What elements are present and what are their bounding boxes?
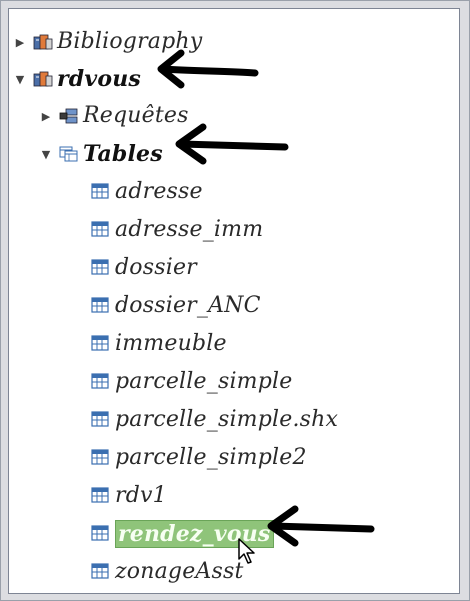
- table-item-parcelle-simple[interactable]: parcelle_simple: [83, 367, 292, 397]
- tree-node-tables[interactable]: ▼ Tables: [41, 139, 163, 169]
- tables-folder-icon: [59, 145, 78, 163]
- tree-node-label: rdvous: [57, 66, 142, 92]
- table-icon: [91, 449, 109, 467]
- collapse-arrow-icon[interactable]: ▼: [15, 74, 25, 85]
- table-item-adresse-imm[interactable]: adresse_imm: [83, 215, 263, 245]
- table-icon: [91, 259, 109, 277]
- expand-arrow-icon[interactable]: ▶: [41, 111, 51, 122]
- table-item-immeuble[interactable]: immeuble: [83, 329, 227, 359]
- tree-node-label: immeuble: [115, 331, 227, 356]
- tree-node-label: rdv1: [115, 483, 167, 508]
- annotation-arrow-icon: [157, 49, 259, 89]
- tree-node-label: adresse: [115, 179, 203, 204]
- annotation-arrow-icon: [175, 123, 289, 165]
- table-item-adresse[interactable]: adresse: [83, 177, 203, 207]
- database-icon: [33, 33, 53, 51]
- tree-node-label: parcelle_simple2: [115, 445, 307, 470]
- database-icon: [33, 70, 53, 88]
- annotation-arrow-icon: [267, 505, 375, 547]
- table-item-rdv1[interactable]: rdv1: [83, 481, 167, 511]
- tree-node-label: dossier_ANC: [115, 293, 261, 318]
- table-item-zonageasst[interactable]: zonageAsst: [83, 557, 244, 587]
- tree-node-label: parcelle_simple: [115, 369, 293, 394]
- table-item-dossier[interactable]: dossier: [83, 253, 197, 283]
- table-icon: [91, 411, 109, 429]
- tree-node-label: dossier: [115, 255, 197, 280]
- table-icon: [91, 373, 109, 391]
- mouse-pointer-icon: [238, 538, 255, 564]
- tree-node-label: zonageAsst: [115, 559, 244, 584]
- expand-arrow-icon[interactable]: ▶: [15, 37, 25, 48]
- table-item-parcelle-simple2[interactable]: parcelle_simple2: [83, 443, 307, 473]
- table-icon: [91, 183, 109, 201]
- collapse-arrow-icon[interactable]: ▼: [41, 149, 51, 160]
- table-item-parcelle-simple-shx[interactable]: parcelle_simple.shx: [83, 405, 338, 435]
- table-icon: [91, 525, 109, 543]
- tree-node-label: parcelle_simple.shx: [115, 407, 339, 432]
- tree-node-label: Tables: [83, 141, 163, 167]
- table-icon: [91, 487, 109, 505]
- window-frame: ▶ Bibliography ▼ rdvous ▶ Requêtes ▼ Tab…: [0, 0, 470, 601]
- table-icon: [91, 221, 109, 239]
- table-item-dossier-anc[interactable]: dossier_ANC: [83, 291, 261, 321]
- table-icon: [91, 563, 109, 581]
- table-icon: [91, 297, 109, 315]
- database-tree-panel[interactable]: ▶ Bibliography ▼ rdvous ▶ Requêtes ▼ Tab…: [8, 8, 460, 594]
- tree-node-rdvous[interactable]: ▼ rdvous: [15, 64, 141, 94]
- table-icon: [91, 335, 109, 353]
- queries-icon: [59, 107, 78, 125]
- tree-node-label: adresse_imm: [115, 217, 264, 242]
